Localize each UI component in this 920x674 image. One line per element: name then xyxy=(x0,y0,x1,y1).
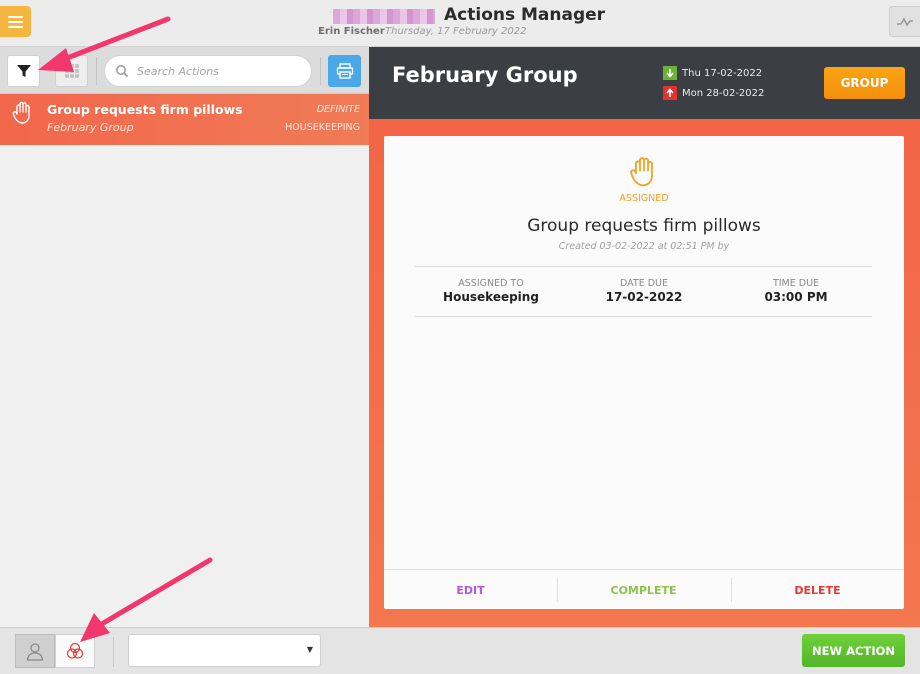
search-input[interactable] xyxy=(137,64,307,78)
search-icon xyxy=(116,65,129,78)
bottom-bar: ▼ NEW ACTION xyxy=(0,627,920,674)
list-item-status: DEFINITE xyxy=(316,104,360,115)
venn-icon xyxy=(66,642,84,659)
status-label: ASSIGNED xyxy=(619,193,669,204)
arrival-date-text: Thu 17-02-2022 xyxy=(682,67,763,79)
divider xyxy=(415,266,872,267)
list-toolbar xyxy=(0,47,369,94)
edit-button[interactable]: EDIT xyxy=(384,570,557,610)
printer-icon xyxy=(336,63,353,79)
grid-icon xyxy=(64,64,79,78)
departure-date: Mon 28-02-2022 xyxy=(663,86,764,100)
top-bar: Actions Manager Erin Fischer Thursday, 1… xyxy=(0,0,920,47)
menu-button[interactable] xyxy=(0,6,31,37)
created-info: Created 03-02-2022 at 02:51 PM by xyxy=(558,241,730,252)
user-view-button[interactable] xyxy=(15,634,55,668)
activity-button[interactable] xyxy=(889,6,920,37)
filter-select[interactable]: ▼ xyxy=(128,634,321,667)
search-box[interactable] xyxy=(104,55,312,87)
hamburger-line xyxy=(8,20,23,23)
hamburger-line xyxy=(8,25,23,28)
print-button[interactable] xyxy=(328,55,361,87)
filter-button[interactable] xyxy=(7,55,40,87)
list-item-group: February Group xyxy=(47,121,134,134)
detail-header: February Group Thu 17-02-2022 Mon 28-02-… xyxy=(369,47,920,119)
actions-list-panel: Group requests firm pillows February Gro… xyxy=(0,47,369,627)
complete-button[interactable]: COMPLETE xyxy=(557,570,730,610)
assigned-to-label: ASSIGNED TO xyxy=(458,278,524,289)
toolbar-divider xyxy=(96,57,97,85)
grid-view-button[interactable] xyxy=(55,55,88,87)
group-button[interactable]: GROUP xyxy=(824,67,905,99)
title-block: Actions Manager Erin Fischer Thursday, 1… xyxy=(318,4,610,44)
list-item-title: Group requests firm pillows xyxy=(47,102,243,117)
pulse-icon xyxy=(897,16,913,27)
date-due-label: DATE DUE xyxy=(619,278,668,289)
action-title: Group requests firm pillows xyxy=(527,216,761,236)
assigned-to-value: Housekeeping xyxy=(443,290,539,304)
user-name: Erin Fischer xyxy=(318,26,385,37)
date-due: DATE DUE 17-02-2022 xyxy=(569,278,719,304)
card-action-bar: EDIT COMPLETE DELETE xyxy=(384,569,904,609)
time-due-value: 03:00 PM xyxy=(764,290,828,304)
hand-icon xyxy=(630,157,653,187)
detail-area: ASSIGNED Group requests firm pillows Cre… xyxy=(369,119,920,627)
time-due: TIME DUE 03:00 PM xyxy=(721,278,871,304)
arrival-date: Thu 17-02-2022 xyxy=(663,66,762,80)
current-date: Thursday, 17 February 2022 xyxy=(385,26,527,37)
filter-icon xyxy=(16,65,31,77)
person-icon xyxy=(26,643,44,661)
arrival-arrow-icon xyxy=(663,66,677,80)
new-action-button[interactable]: NEW ACTION xyxy=(802,634,905,667)
toolbar-divider xyxy=(320,57,321,85)
redacted-property-name xyxy=(333,9,435,24)
action-detail-card: ASSIGNED Group requests firm pillows Cre… xyxy=(384,136,904,609)
departure-date-text: Mon 28-02-2022 xyxy=(682,87,765,99)
toolbar-divider xyxy=(113,637,114,667)
group-title: February Group xyxy=(392,63,578,87)
assigned-to: ASSIGNED TO Housekeeping xyxy=(416,278,566,304)
list-item[interactable]: Group requests firm pillows February Gro… xyxy=(0,94,369,145)
app-title: Actions Manager xyxy=(444,5,606,25)
hand-icon xyxy=(12,101,30,124)
group-view-button[interactable] xyxy=(55,634,95,668)
caret-down-icon: ▼ xyxy=(306,645,313,654)
date-due-value: 17-02-2022 xyxy=(605,290,683,304)
hamburger-line xyxy=(8,15,23,18)
list-item-department: HOUSEKEEPING xyxy=(285,122,360,133)
divider xyxy=(415,316,872,317)
time-due-label: TIME DUE xyxy=(772,278,820,289)
delete-button[interactable]: DELETE xyxy=(731,570,904,610)
departure-arrow-icon xyxy=(663,86,677,100)
